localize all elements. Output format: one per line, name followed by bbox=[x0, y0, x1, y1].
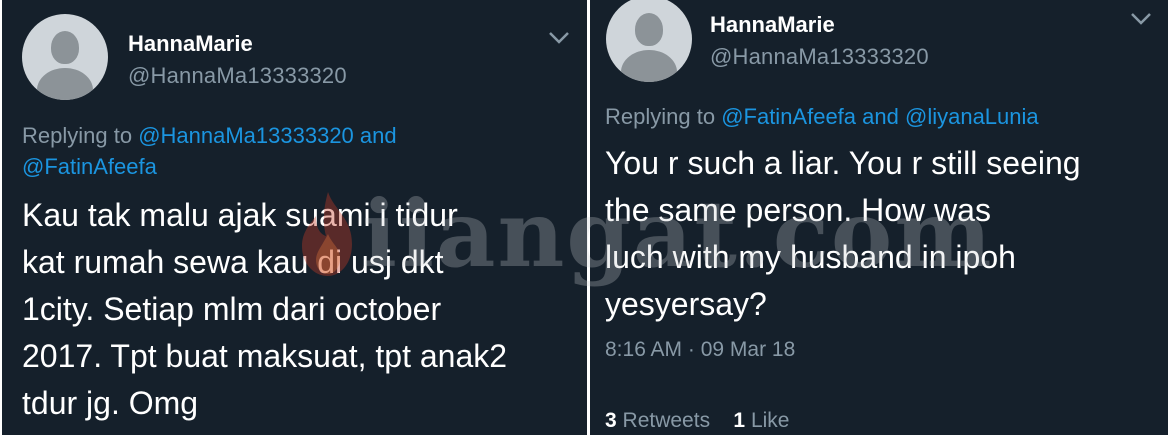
user-handle[interactable]: @HannaMa13333320 bbox=[128, 63, 347, 89]
replying-and: and bbox=[856, 104, 905, 129]
tweet-text-line: tdur jg. Omg bbox=[22, 385, 199, 421]
likes-label: Like bbox=[750, 409, 790, 432]
reply-mention-link[interactable]: @HannaMa13333320 and bbox=[138, 123, 396, 148]
tweet-card-right: HannaMarie @HannaMa13333320 Replying to … bbox=[590, 0, 1168, 435]
replying-to-cont: @FatinAfeefa bbox=[22, 152, 157, 182]
tweet-text-line: Kau tak malu ajak suami i tidur bbox=[22, 197, 458, 233]
reply-mention-link[interactable]: @liyanaLunia bbox=[905, 104, 1039, 129]
display-name[interactable]: HannaMarie bbox=[128, 31, 253, 57]
replying-prefix: Replying to bbox=[22, 123, 139, 148]
reply-mention-link[interactable]: @FatinAfeefa bbox=[22, 154, 157, 179]
likes-stat[interactable]: 1 Like bbox=[733, 409, 789, 432]
replying-prefix: Replying to bbox=[605, 104, 722, 129]
tweet-text-line: yesyersay? bbox=[605, 286, 767, 322]
retweets-label: Retweets bbox=[622, 409, 711, 432]
retweets-count: 3 bbox=[605, 409, 617, 432]
tweet-text-line: 2017. Tpt buat maksuat, tpt anak2 bbox=[22, 338, 508, 374]
default-avatar-icon[interactable] bbox=[606, 0, 692, 82]
tweet-text-line: 1city. Setiap mlm dari october bbox=[22, 291, 442, 327]
retweets-stat[interactable]: 3 Retweets bbox=[605, 409, 710, 432]
tweet-text: Kau tak malu ajak suami i tidur kat ruma… bbox=[22, 192, 507, 427]
tweet-text-line: luch with my husband in ipoh bbox=[605, 239, 1016, 275]
tweet-stats: 3 Retweets 1 Like bbox=[605, 409, 789, 433]
chevron-down-icon[interactable] bbox=[548, 31, 570, 45]
reply-mention-link[interactable]: @FatinAfeefa bbox=[721, 104, 856, 129]
tweet-timestamp[interactable]: 8:16 AM · 09 Mar 18 bbox=[605, 338, 795, 362]
chevron-down-icon[interactable] bbox=[1130, 12, 1152, 26]
tweet-text: You r such a liar. You r still seeing th… bbox=[605, 140, 1081, 328]
display-name[interactable]: HannaMarie bbox=[710, 12, 835, 38]
tweet-text-line: You r such a liar. You r still seeing bbox=[605, 145, 1081, 181]
screenshot-stage: HannaMarie @HannaMa13333320 Replying to … bbox=[0, 0, 1170, 435]
replying-to: Replying to @FatinAfeefa and @liyanaLuni… bbox=[605, 102, 1039, 132]
tweet-text-line: the same person. How was bbox=[605, 192, 991, 228]
replying-to: Replying to @HannaMa13333320 and bbox=[22, 121, 397, 151]
user-handle[interactable]: @HannaMa13333320 bbox=[710, 44, 929, 70]
likes-count: 1 bbox=[733, 409, 746, 432]
tweet-card-left: HannaMarie @HannaMa13333320 Replying to … bbox=[2, 0, 587, 435]
tweet-text-line: kat rumah sewa kau di usj dkt bbox=[22, 244, 444, 280]
default-avatar-icon[interactable] bbox=[22, 14, 108, 100]
